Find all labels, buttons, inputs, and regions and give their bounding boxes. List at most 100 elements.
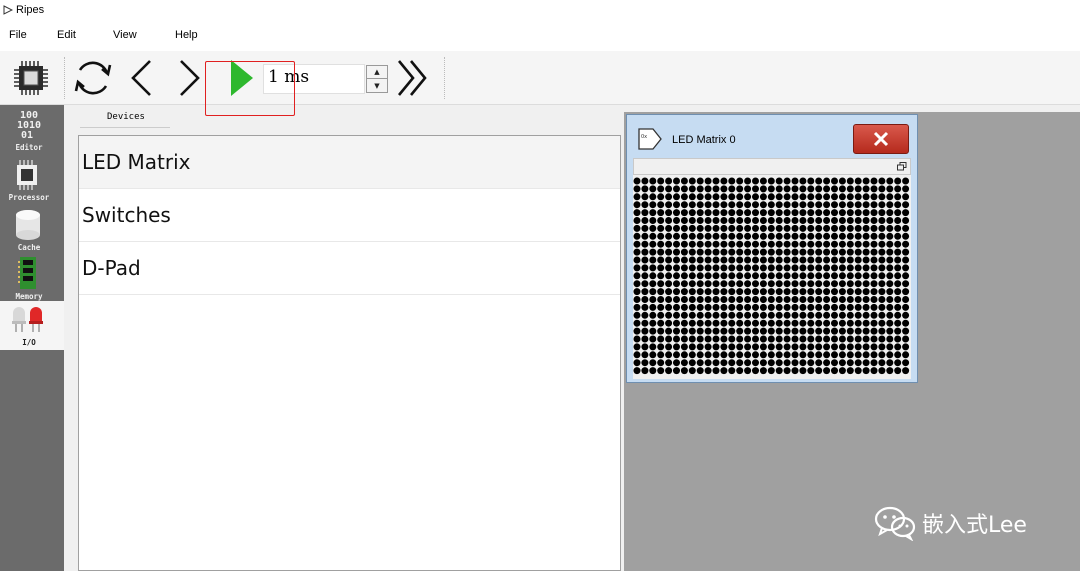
led-cell xyxy=(775,209,783,217)
list-item-d-pad[interactable]: D-Pad xyxy=(79,242,620,295)
led-cell xyxy=(846,185,854,193)
sidebar-item-memory[interactable]: Memory xyxy=(0,256,64,305)
led-cell xyxy=(688,288,696,296)
sidebar-label: Editor xyxy=(15,143,43,152)
led-cell xyxy=(712,335,720,343)
led-cell xyxy=(673,217,680,224)
led-cell xyxy=(791,240,799,248)
led-cell xyxy=(854,193,862,201)
led-cell xyxy=(807,311,815,319)
led-cell xyxy=(783,296,791,303)
led-cell xyxy=(649,272,657,280)
spin-down-icon[interactable]: ▼ xyxy=(367,79,387,92)
devices-tab[interactable]: Devices xyxy=(80,110,170,128)
sidebar-item-processor[interactable]: Processor xyxy=(0,157,64,206)
led-cell xyxy=(704,201,712,209)
led-cell xyxy=(633,272,641,280)
led-cell xyxy=(862,359,870,367)
led-cell xyxy=(878,296,886,303)
led-cell xyxy=(838,327,846,335)
sidebar-item-cache[interactable]: Cache xyxy=(0,207,64,256)
led-cell xyxy=(688,248,696,256)
led-cell xyxy=(775,264,783,272)
window-icon-text: 0x xyxy=(641,134,647,140)
led-cell xyxy=(886,193,894,201)
led-cell xyxy=(665,280,673,288)
led-cell xyxy=(807,272,815,280)
led-cell xyxy=(688,217,696,224)
menu-view[interactable]: View xyxy=(113,29,137,41)
led-cell xyxy=(783,288,791,296)
led-cell xyxy=(886,303,894,311)
led-cell xyxy=(886,224,894,232)
menu-file[interactable]: File xyxy=(9,29,27,41)
led-cell xyxy=(878,367,886,375)
led-cell xyxy=(807,351,815,359)
led-cell xyxy=(862,367,870,375)
led-cell xyxy=(759,319,767,327)
reverse-icon[interactable] xyxy=(126,57,156,99)
led-cell xyxy=(846,327,854,335)
led-matrix-window[interactable]: 0x LED Matrix 0 xyxy=(626,114,918,383)
led-cell xyxy=(657,303,665,311)
led-cell xyxy=(688,256,696,264)
led-cell xyxy=(831,256,838,264)
led-cell xyxy=(878,335,886,343)
led-cell xyxy=(633,217,641,224)
step-icon[interactable] xyxy=(175,57,205,99)
led-cell xyxy=(704,343,712,351)
wechat-icon xyxy=(874,506,916,541)
led-cell xyxy=(744,240,752,248)
led-cell xyxy=(886,185,894,193)
led-cell xyxy=(862,193,870,201)
reset-icon[interactable] xyxy=(72,56,114,100)
fast-execution-icon[interactable] xyxy=(395,57,435,99)
led-cell xyxy=(894,303,902,311)
led-cell xyxy=(799,280,807,288)
led-cell xyxy=(878,185,886,193)
led-cell xyxy=(815,280,823,288)
menu-help[interactable]: Help xyxy=(175,29,198,41)
led-cell xyxy=(878,343,886,351)
close-button[interactable] xyxy=(853,124,909,154)
led-cell xyxy=(775,288,783,296)
led-cell xyxy=(846,335,854,343)
led-cell xyxy=(823,319,831,327)
spin-up-icon[interactable]: ▲ xyxy=(367,66,387,79)
led-cell xyxy=(712,264,720,272)
led-cell xyxy=(894,335,902,343)
led-cell xyxy=(752,209,759,217)
led-cell xyxy=(799,224,807,232)
processor-select-icon[interactable] xyxy=(13,60,49,96)
led-cell xyxy=(878,288,886,296)
led-cell xyxy=(720,327,728,335)
led-cell xyxy=(744,185,752,193)
led-cell xyxy=(744,177,752,185)
led-cell xyxy=(759,209,767,217)
led-cell xyxy=(846,209,854,217)
led-cell xyxy=(712,296,720,303)
interval-spinbox[interactable]: ▲ ▼ xyxy=(366,65,388,93)
led-cell xyxy=(791,209,799,217)
led-cell xyxy=(704,224,712,232)
led-cell xyxy=(657,264,665,272)
led-cell xyxy=(878,193,886,201)
list-item-led-matrix[interactable]: LED Matrix xyxy=(79,136,620,189)
led-cell xyxy=(783,209,791,217)
sidebar-item-editor[interactable]: 100 1010 01 Editor xyxy=(0,105,64,154)
led-cell xyxy=(720,256,728,264)
list-item-switches[interactable]: Switches xyxy=(79,189,620,242)
device-list: LED Matrix Switches D-Pad xyxy=(78,135,621,571)
led-cell xyxy=(752,185,759,193)
restore-icon[interactable] xyxy=(897,162,907,171)
led-cell xyxy=(728,232,736,240)
led-cell xyxy=(728,335,736,343)
menu-edit[interactable]: Edit xyxy=(57,29,76,41)
led-cell xyxy=(767,264,775,272)
led-cell xyxy=(704,264,712,272)
led-cell xyxy=(894,288,902,296)
sidebar-item-io[interactable]: I/O xyxy=(0,301,64,350)
toolbar: 1 ms ▲ ▼ xyxy=(0,51,1080,105)
led-cell xyxy=(696,351,704,359)
led-cell xyxy=(680,248,688,256)
